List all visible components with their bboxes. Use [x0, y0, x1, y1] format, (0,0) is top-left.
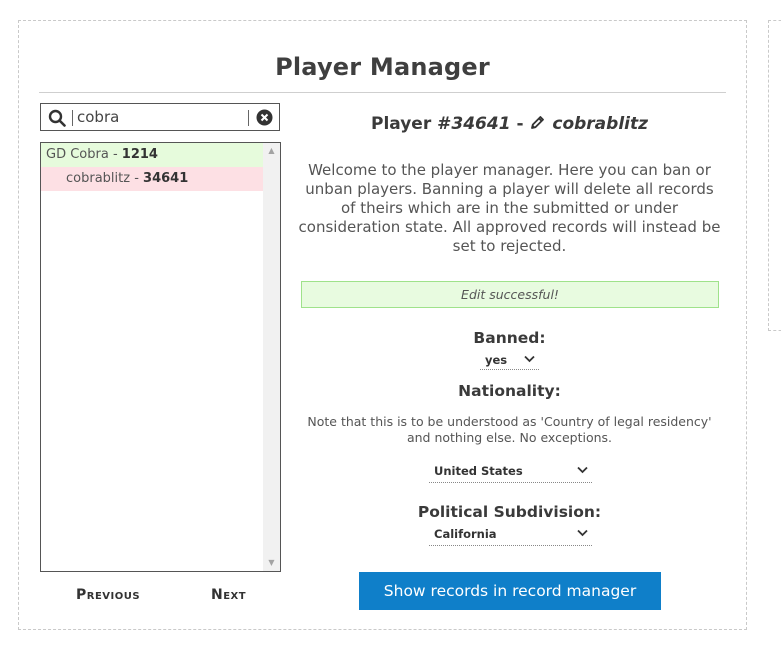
scroll-down-arrow-icon[interactable]: ▼: [263, 555, 280, 571]
nationality-note: Note that this is to be understood as 'C…: [307, 414, 712, 445]
list-item-separator: -: [130, 171, 144, 186]
banned-dropdown[interactable]: yes: [480, 350, 539, 370]
list-scrollbar[interactable]: ▲ ▼: [263, 143, 280, 571]
player-name[interactable]: cobrablitz: [552, 114, 648, 134]
adjacent-panel: [768, 20, 781, 331]
nationality-value: United States: [434, 464, 523, 478]
pencil-icon[interactable]: [529, 114, 546, 131]
political-subdivision-label: Political Subdivision:: [417, 503, 602, 521]
search-divider: [72, 110, 73, 126]
player-list[interactable]: GD Cobra - 1214 cobrablitz - 34641 ▲ ▼: [40, 142, 281, 572]
search-divider: [248, 110, 249, 126]
title-divider: [39, 92, 726, 93]
success-message: Edit successful!: [301, 281, 719, 308]
nationality-dropdown[interactable]: United States: [429, 461, 592, 483]
player-manager-panel: Player Manager GD Cobra - 1214 cobrablit…: [18, 20, 747, 630]
nationality-label: Nationality:: [458, 382, 561, 400]
search-icon: [48, 109, 66, 127]
show-records-button[interactable]: Show records in record manager: [359, 572, 661, 610]
clear-icon[interactable]: [256, 109, 273, 126]
player-heading: Player #34641 - cobrablitz: [296, 114, 723, 134]
previous-page-button[interactable]: Previous: [76, 587, 140, 603]
list-item-name: cobrablitz: [66, 171, 131, 186]
list-item-id: 34641: [143, 171, 189, 186]
player-heading-prefix: Player #: [370, 114, 452, 134]
banned-label: Banned:: [473, 329, 546, 347]
chevron-down-icon: [524, 355, 535, 363]
chevron-down-icon: [577, 466, 588, 474]
list-item-separator: -: [108, 147, 122, 162]
player-number: 34641: [451, 114, 511, 134]
welcome-text: Welcome to the player manager. Here you …: [298, 161, 721, 255]
list-item[interactable]: cobrablitz - 34641: [41, 167, 263, 191]
player-search-box: [40, 103, 280, 131]
search-input[interactable]: [77, 107, 243, 127]
political-subdivision-value: California: [434, 527, 497, 541]
player-list-rows: GD Cobra - 1214 cobrablitz - 34641: [41, 143, 263, 191]
scroll-up-arrow-icon[interactable]: ▲: [263, 143, 280, 159]
list-item[interactable]: GD Cobra - 1214: [41, 143, 263, 167]
next-page-button[interactable]: Next: [211, 587, 246, 603]
list-item-id: 1214: [121, 147, 158, 162]
list-item-name: GD Cobra: [46, 147, 109, 162]
player-heading-dash: -: [510, 114, 530, 134]
banned-value: yes: [485, 353, 508, 367]
page-title: Player Manager: [275, 53, 490, 81]
political-subdivision-dropdown[interactable]: California: [429, 524, 592, 546]
chevron-down-icon: [577, 529, 588, 537]
